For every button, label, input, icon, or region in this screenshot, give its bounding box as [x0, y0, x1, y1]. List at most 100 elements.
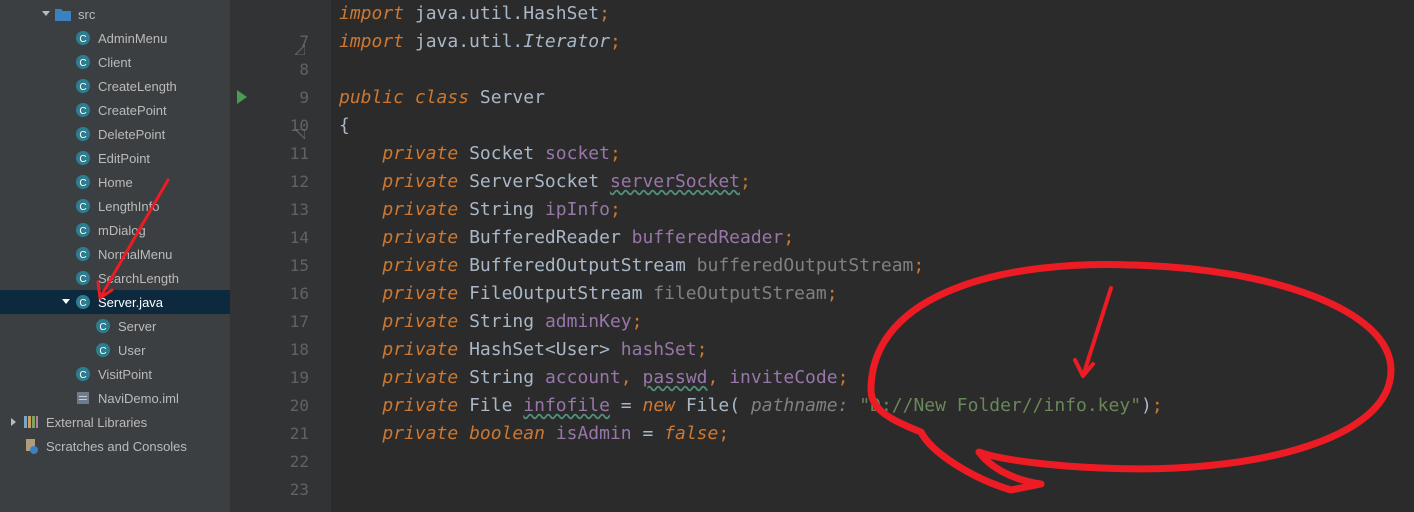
- code-line[interactable]: private FileOutputStream fileOutputStrea…: [339, 280, 1414, 308]
- code-line[interactable]: import java.util.Iterator;: [339, 28, 1414, 56]
- line-number: 16: [290, 284, 309, 303]
- code-line[interactable]: private File infofile = new File( pathna…: [339, 392, 1414, 420]
- tree-file-navidemo-iml[interactable]: NaviDemo.iml: [0, 386, 230, 410]
- tree-label: NaviDemo.iml: [98, 391, 179, 406]
- code-line[interactable]: private ServerSocket serverSocket;: [339, 168, 1414, 196]
- code-line[interactable]: [339, 56, 1414, 84]
- gutter-line[interactable]: 22: [231, 448, 309, 476]
- tree-label: External Libraries: [46, 415, 147, 430]
- tree-spacer: [60, 368, 72, 380]
- code-line[interactable]: private HashSet<User> hashSet;: [339, 336, 1414, 364]
- code-line[interactable]: private String adminKey;: [339, 308, 1414, 336]
- code-line[interactable]: private boolean isAdmin = false;: [339, 420, 1414, 448]
- tree-label: SearchLength: [98, 271, 179, 286]
- gutter-line[interactable]: 17: [231, 308, 309, 336]
- line-number: 11: [290, 144, 309, 163]
- svg-text:C: C: [79, 274, 86, 285]
- line-number: 15: [290, 256, 309, 275]
- gutter-line[interactable]: 19: [231, 364, 309, 392]
- code-editor[interactable]: 7 8 9 10 11 12 13 14 15 16 17 18 19 20 2…: [231, 0, 1414, 512]
- fold-end-icon[interactable]: [295, 36, 305, 46]
- tree-file-mdialog[interactable]: C mDialog: [0, 218, 230, 242]
- gutter-line[interactable]: 18: [231, 336, 309, 364]
- gutter-line[interactable]: 7: [231, 28, 309, 56]
- code-line[interactable]: private String ipInfo;: [339, 196, 1414, 224]
- class-icon: C: [74, 197, 92, 215]
- gutter-line[interactable]: 20: [231, 392, 309, 420]
- editor-gutter[interactable]: 7 8 9 10 11 12 13 14 15 16 17 18 19 20 2…: [231, 0, 331, 512]
- tree-file-visitpoint[interactable]: C VisitPoint: [0, 362, 230, 386]
- tree-file-searchlength[interactable]: C SearchLength: [0, 266, 230, 290]
- code-line[interactable]: private String account, passwd, inviteCo…: [339, 364, 1414, 392]
- tree-file-client[interactable]: C Client: [0, 50, 230, 74]
- folder-icon: [54, 5, 72, 23]
- code-line[interactable]: import java.util.HashSet;: [339, 0, 1414, 28]
- class-icon: C: [74, 149, 92, 167]
- gutter-line[interactable]: 13: [231, 196, 309, 224]
- tree-file-createlength[interactable]: C CreateLength: [0, 74, 230, 98]
- tree-file-deletepoint[interactable]: C DeletePoint: [0, 122, 230, 146]
- gutter-line[interactable]: 11: [231, 140, 309, 168]
- fold-start-icon[interactable]: [295, 120, 305, 130]
- code-line[interactable]: [339, 476, 1414, 504]
- code-line[interactable]: [339, 448, 1414, 476]
- gutter-line[interactable]: 16: [231, 280, 309, 308]
- tree-label: src: [78, 7, 95, 22]
- tree-spacer: [60, 200, 72, 212]
- tree-file-server-java[interactable]: C Server.java: [0, 290, 230, 314]
- gutter-line[interactable]: 15: [231, 252, 309, 280]
- gutter-line[interactable]: [231, 0, 309, 28]
- line-number: 18: [290, 340, 309, 359]
- code-line[interactable]: {: [339, 112, 1414, 140]
- code-line[interactable]: private Socket socket;: [339, 140, 1414, 168]
- tree-spacer: [60, 32, 72, 44]
- gutter-line[interactable]: 23: [231, 476, 309, 504]
- svg-text:C: C: [99, 346, 106, 357]
- tree-external-libraries[interactable]: External Libraries: [0, 410, 230, 434]
- tree-label: Server: [118, 319, 156, 334]
- tree-label: LengthInfo: [98, 199, 159, 214]
- tree-spacer: [60, 248, 72, 260]
- tree-folder-src[interactable]: src: [0, 2, 230, 26]
- code-line[interactable]: private BufferedOutputStream bufferedOut…: [339, 252, 1414, 280]
- tree-label: CreatePoint: [98, 103, 167, 118]
- tree-spacer: [80, 320, 92, 332]
- code-area[interactable]: import java.util.HashSet; import java.ut…: [331, 0, 1414, 512]
- svg-text:C: C: [79, 58, 86, 69]
- tree-spacer: [60, 104, 72, 116]
- tree-label: Client: [98, 55, 131, 70]
- tree-file-createpoint[interactable]: C CreatePoint: [0, 98, 230, 122]
- tree-label: Scratches and Consoles: [46, 439, 187, 454]
- gutter-line[interactable]: 21: [231, 420, 309, 448]
- gutter-line[interactable]: 12: [231, 168, 309, 196]
- gutter-line[interactable]: 9: [231, 84, 309, 112]
- tree-class-server[interactable]: C Server: [0, 314, 230, 338]
- tree-spacer: [60, 224, 72, 236]
- class-icon: C: [74, 221, 92, 239]
- class-icon: C: [74, 101, 92, 119]
- gutter-line[interactable]: 8: [231, 56, 309, 84]
- gutter-line[interactable]: 14: [231, 224, 309, 252]
- svg-text:C: C: [99, 322, 106, 333]
- tree-spacer: [60, 128, 72, 140]
- tree-file-editpoint[interactable]: C EditPoint: [0, 146, 230, 170]
- run-icon[interactable]: [237, 90, 247, 104]
- line-number: 13: [290, 200, 309, 219]
- chevron-down-icon: [60, 296, 72, 308]
- tree-label: EditPoint: [98, 151, 150, 166]
- tree-scratches[interactable]: Scratches and Consoles: [0, 434, 230, 458]
- line-number: 21: [290, 424, 309, 443]
- code-line[interactable]: public class Server: [339, 84, 1414, 112]
- tree-label: Server.java: [98, 295, 163, 310]
- tree-file-adminmenu[interactable]: C AdminMenu: [0, 26, 230, 50]
- chevron-right-icon: [8, 416, 20, 428]
- svg-text:C: C: [79, 34, 86, 45]
- tree-file-normalmenu[interactable]: C NormalMenu: [0, 242, 230, 266]
- line-number: 17: [290, 312, 309, 331]
- tree-file-home[interactable]: C Home: [0, 170, 230, 194]
- gutter-line[interactable]: 10: [231, 112, 309, 140]
- tree-file-lengthinfo[interactable]: C LengthInfo: [0, 194, 230, 218]
- tree-class-user[interactable]: C User: [0, 338, 230, 362]
- code-line[interactable]: private BufferedReader bufferedReader;: [339, 224, 1414, 252]
- project-tree[interactable]: src C AdminMenu C Client C CreateLength …: [0, 0, 231, 512]
